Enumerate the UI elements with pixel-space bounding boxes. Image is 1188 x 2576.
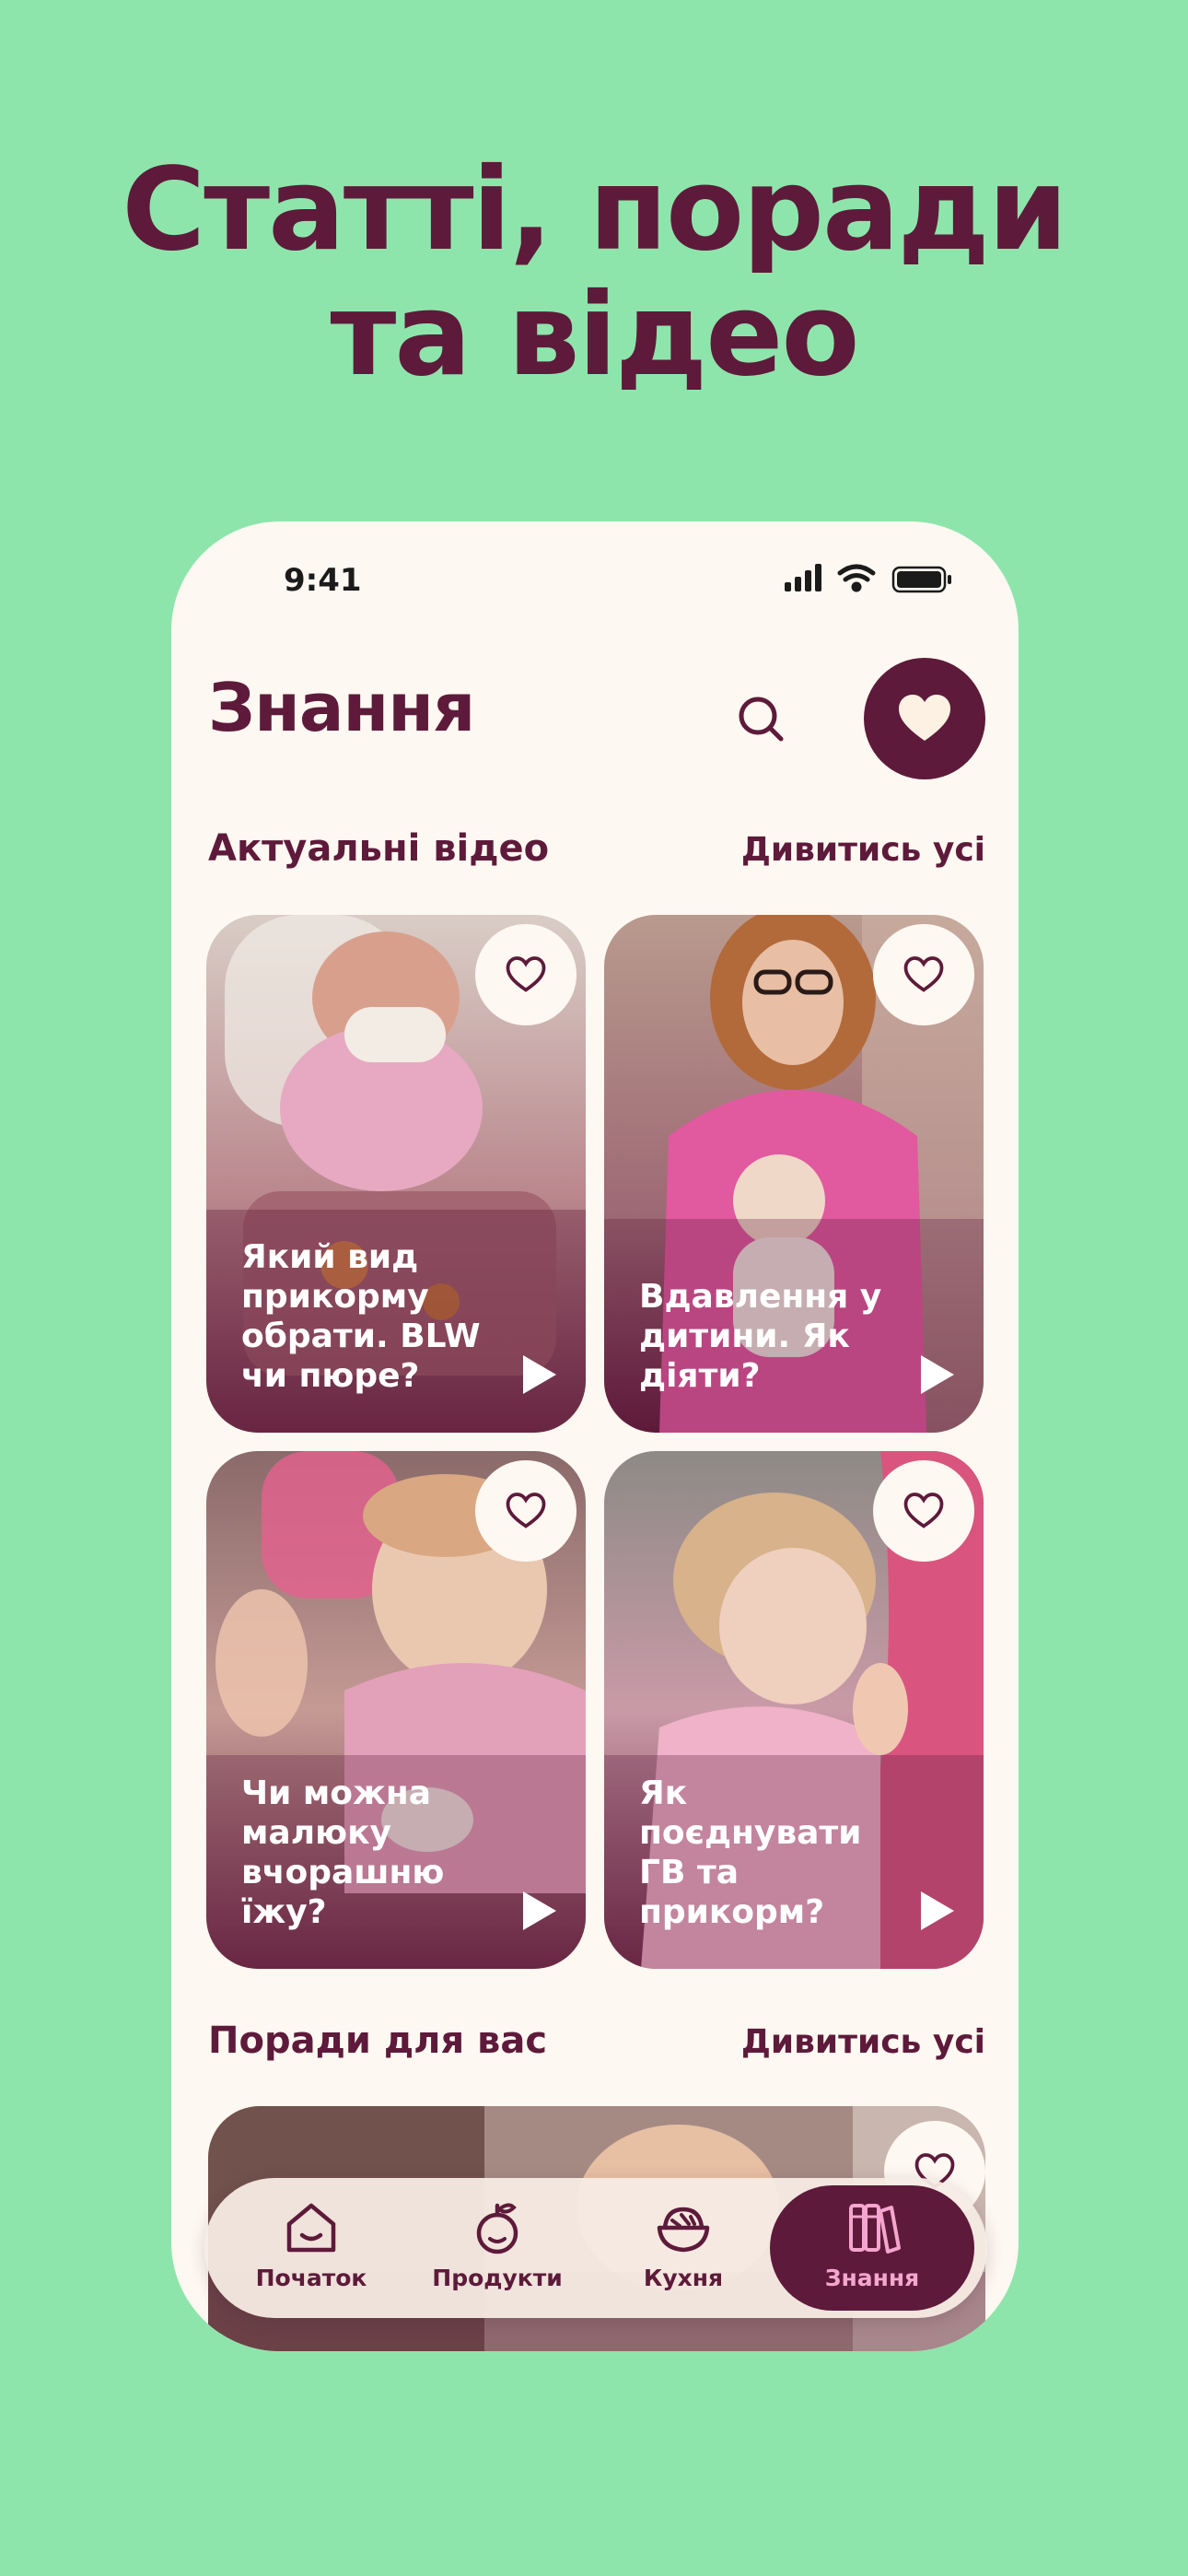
- heart-outline-icon: [903, 1493, 944, 1528]
- video-card-title: Вдавлення у дитини. Як діяти?: [639, 1278, 882, 1395]
- tab-label: Продукти: [432, 2265, 563, 2291]
- tab-home[interactable]: Початок: [219, 2178, 403, 2318]
- play-icon: [523, 1355, 556, 1394]
- favorite-toggle[interactable]: [873, 924, 974, 1025]
- tab-kitchen[interactable]: Кухня: [591, 2178, 775, 2318]
- apple-icon: [476, 2203, 518, 2254]
- heart-icon: [899, 695, 950, 741]
- wifi-icon: [837, 564, 876, 592]
- heart-outline-icon: [506, 956, 546, 992]
- tips-section-title: Поради для вас: [208, 2020, 548, 2062]
- videos-see-all-link[interactable]: Дивитись усі: [741, 831, 985, 869]
- video-card[interactable]: Чи можна малюку вчорашню їжу?: [206, 1451, 586, 1969]
- play-icon: [523, 1891, 556, 1930]
- video-card-title: Який вид прикорму обрати. BLW чи пюре?: [241, 1238, 481, 1395]
- tab-label: Початок: [255, 2265, 367, 2291]
- bowl-icon: [657, 2207, 710, 2253]
- video-card-title: Чи можна малюку вчорашню їжу?: [241, 1774, 445, 1931]
- status-icons: [785, 564, 951, 593]
- heart-outline-icon: [506, 1493, 546, 1528]
- battery-icon: [891, 566, 951, 593]
- promo-title-line-2: та відео: [330, 269, 859, 402]
- promo-title-line-1: Статті, поради: [122, 144, 1067, 276]
- signal-icon: [785, 564, 821, 591]
- search-button[interactable]: [728, 685, 796, 754]
- video-card-title: Як поєднувати ГВ та прикорм?: [639, 1774, 862, 1931]
- videos-section-title: Актуальні відео: [208, 827, 550, 870]
- tab-bar: Початок Продукти Кухня Знання: [204, 2178, 987, 2318]
- videos-section-header: Актуальні відео Дивитись усі: [208, 827, 985, 883]
- favorite-toggle[interactable]: [475, 924, 577, 1025]
- video-card[interactable]: Як поєднувати ГВ та прикорм?: [604, 1451, 984, 1969]
- favorite-toggle[interactable]: [873, 1460, 974, 1562]
- search-icon: [739, 697, 784, 742]
- play-icon: [921, 1355, 954, 1394]
- tips-see-all-link[interactable]: Дивитись усі: [741, 2023, 985, 2061]
- tab-label: Кухня: [643, 2265, 724, 2291]
- tab-products[interactable]: Продукти: [405, 2178, 589, 2318]
- tab-label: Знання: [824, 2265, 920, 2291]
- tab-knowledge[interactable]: Знання: [770, 2185, 974, 2311]
- page-title: Знання: [208, 669, 475, 746]
- heart-outline-icon: [903, 956, 944, 992]
- video-card[interactable]: Який вид прикорму обрати. BLW чи пюре?: [206, 915, 586, 1433]
- tips-section-header: Поради для вас Дивитись усі: [208, 2020, 985, 2075]
- status-time: 9:41: [284, 562, 362, 599]
- play-icon: [921, 1891, 954, 1930]
- home-icon: [286, 2203, 336, 2253]
- favorite-toggle[interactable]: [475, 1460, 577, 1562]
- promo-title: Статті, поради та відео: [0, 147, 1188, 398]
- favorites-button[interactable]: [864, 658, 985, 779]
- video-card[interactable]: Вдавлення у дитини. Як діяти?: [604, 915, 984, 1433]
- phone-screen: 9:41 Знання Актуальні відео Дивитись усі…: [171, 521, 1019, 2351]
- books-icon: [849, 2204, 901, 2254]
